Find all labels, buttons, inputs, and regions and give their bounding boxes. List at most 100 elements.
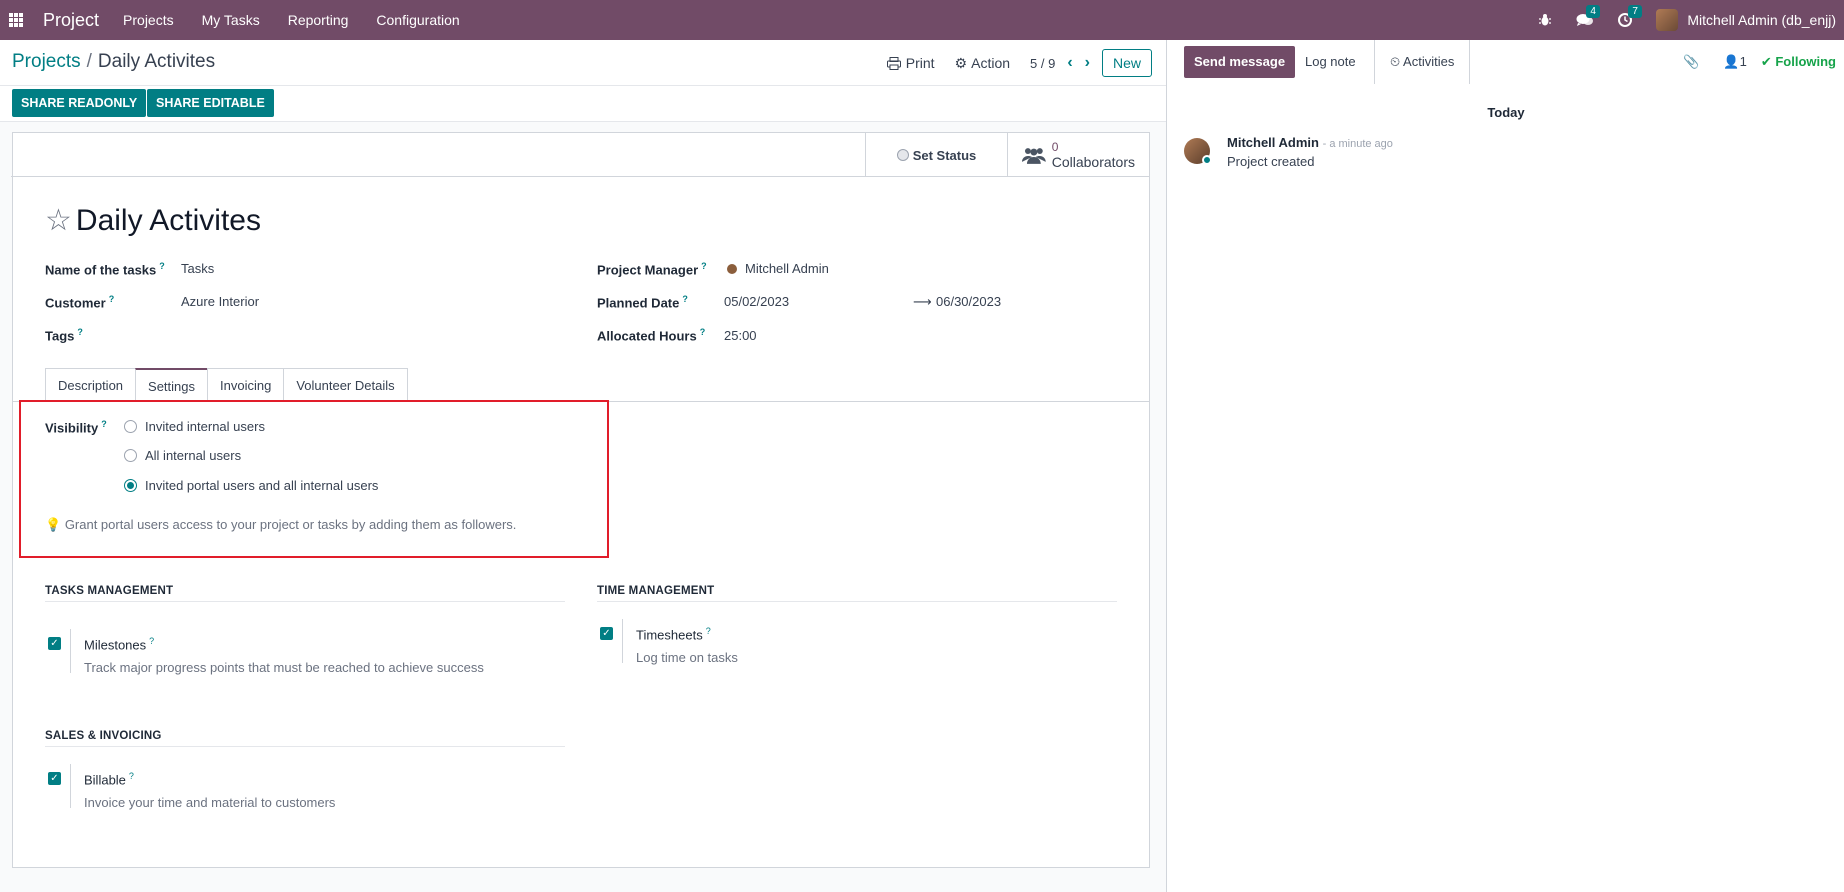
top-navbar: Project Projects My Tasks Reporting Conf… bbox=[0, 0, 1844, 40]
activities-clock-icon[interactable]: 7 bbox=[1618, 5, 1642, 27]
option-divider bbox=[70, 764, 71, 808]
gear-icon: ⚙ bbox=[954, 54, 968, 71]
activities-label: Activities bbox=[1403, 54, 1455, 69]
visibility-label: Visibility? bbox=[45, 419, 107, 436]
pager-previous-icon[interactable]: ‹ bbox=[1067, 54, 1072, 72]
timesheets-checkbox[interactable]: ✓ bbox=[600, 627, 613, 640]
button-box: Set Status 0 Collaborators bbox=[11, 133, 1149, 177]
visibility-hint: 💡 Grant portal users access to your proj… bbox=[45, 517, 517, 532]
menu-configuration[interactable]: Configuration bbox=[376, 12, 459, 28]
radio-all-internal[interactable]: All internal users bbox=[124, 448, 241, 463]
section-divider bbox=[597, 601, 1117, 602]
follower-user-icon: 👤 bbox=[1723, 54, 1740, 69]
debug-bug-icon[interactable] bbox=[1538, 13, 1552, 27]
menu-projects[interactable]: Projects bbox=[123, 12, 174, 28]
user-name: Mitchell Admin (db_enjj) bbox=[1687, 12, 1836, 28]
collaborators-label: Collaborators bbox=[1051, 154, 1135, 170]
apps-menu-icon[interactable] bbox=[9, 13, 23, 27]
timesheets-label: Timesheets? bbox=[636, 626, 711, 643]
radio-label: Invited portal users and all internal us… bbox=[145, 478, 379, 493]
tasks-management-title: TASKS MANAGEMENT bbox=[45, 585, 174, 597]
favorite-star-icon[interactable]: ☆ bbox=[45, 203, 72, 238]
date-separator: Today bbox=[1487, 105, 1525, 120]
breadcrumb-current: Daily Activites bbox=[97, 51, 216, 72]
pager-next-icon[interactable]: › bbox=[1085, 54, 1090, 72]
section-divider bbox=[45, 746, 565, 747]
arrow-right-icon: ⟶ bbox=[913, 294, 932, 309]
milestones-description: Track major progress points that must be… bbox=[84, 660, 484, 675]
online-status-dot bbox=[1202, 155, 1212, 165]
users-icon bbox=[1022, 148, 1046, 164]
allocated-hours-field[interactable]: 25:00 bbox=[724, 328, 757, 343]
billable-checkbox[interactable]: ✓ bbox=[48, 772, 61, 785]
name-of-tasks-field[interactable]: Tasks bbox=[181, 261, 214, 276]
print-icon bbox=[886, 56, 901, 70]
tab-volunteer-details[interactable]: Volunteer Details bbox=[283, 368, 408, 402]
user-avatar bbox=[1656, 9, 1679, 31]
tags-label: Tags? bbox=[45, 327, 83, 344]
form-statusbar: SHARE READONLY SHARE EDITABLE bbox=[0, 86, 1166, 122]
tags-field[interactable] bbox=[181, 327, 561, 343]
sales-invoicing-title: SALES & INVOICING bbox=[45, 730, 162, 742]
collaborators-count: 0 bbox=[1051, 140, 1059, 154]
option-divider bbox=[70, 629, 71, 673]
customer-field[interactable]: Azure Interior bbox=[181, 294, 259, 309]
share-readonly-button[interactable]: SHARE READONLY bbox=[12, 89, 147, 117]
print-button[interactable]: Print bbox=[886, 55, 935, 71]
tab-description[interactable]: Description bbox=[45, 368, 137, 402]
customer-label: Customer? bbox=[45, 294, 115, 311]
chatter-topbar-right: 📎 👤1 ✔ Following bbox=[1683, 54, 1836, 70]
chatter-panel: Send message Log note ⏲ Activities 📎 👤1 … bbox=[1166, 40, 1844, 892]
form-sheet: Set Status 0 Collaborators ☆ Daily Activ… bbox=[11, 132, 1150, 868]
milestones-checkbox[interactable]: ✓ bbox=[48, 637, 61, 650]
billable-label: Billable? bbox=[84, 771, 134, 788]
activities-button[interactable]: ⏲ Activities bbox=[1374, 40, 1471, 84]
planned-end-field[interactable]: 06/30/2023 bbox=[936, 294, 1001, 309]
radio-circle-selected bbox=[124, 479, 137, 492]
activities-badge: 7 bbox=[1628, 5, 1642, 18]
radio-label: All internal users bbox=[145, 448, 242, 463]
menu-reporting[interactable]: Reporting bbox=[288, 12, 349, 28]
pager-value[interactable]: 5 / 9 bbox=[1030, 56, 1055, 71]
set-status-label: Set Status bbox=[912, 147, 977, 163]
project-manager-label: Project Manager? bbox=[597, 261, 707, 278]
lightbulb-icon: 💡 bbox=[45, 517, 62, 532]
action-button[interactable]: ⚙ Action bbox=[955, 55, 1010, 72]
messages-chat-icon[interactable]: 4 bbox=[1576, 5, 1600, 27]
radio-circle bbox=[124, 449, 137, 462]
collaborators-button[interactable]: 0 Collaborators bbox=[1007, 133, 1149, 177]
control-panel: Projects / Daily Activites Print ⚙ Action … bbox=[0, 40, 1166, 86]
planned-date-label: Planned Date? bbox=[597, 294, 688, 311]
breadcrumb: Projects / Daily Activites bbox=[12, 51, 215, 73]
set-status-button[interactable]: Set Status bbox=[865, 133, 1007, 177]
radio-portal-and-internal[interactable]: Invited portal users and all internal us… bbox=[124, 478, 378, 493]
attachment-paperclip-icon[interactable]: 📎 bbox=[1683, 54, 1699, 70]
breadcrumb-separator: / bbox=[86, 51, 92, 72]
app-brand[interactable]: Project bbox=[43, 10, 99, 31]
radio-circle bbox=[124, 420, 137, 433]
user-menu[interactable]: Mitchell Admin (db_enjj) bbox=[1656, 9, 1836, 31]
radio-invited-internal[interactable]: Invited internal users bbox=[124, 419, 265, 434]
breadcrumb-projects-link[interactable]: Projects bbox=[12, 51, 81, 72]
project-title: ☆ Daily Activites bbox=[45, 203, 261, 238]
billable-description: Invoice your time and material to custom… bbox=[84, 795, 336, 810]
tab-settings[interactable]: Settings bbox=[135, 368, 209, 402]
messages-badge: 4 bbox=[1586, 5, 1600, 18]
name-of-tasks-label: Name of the tasks? bbox=[45, 261, 165, 278]
share-editable-button[interactable]: SHARE EDITABLE bbox=[147, 89, 274, 117]
project-manager-field[interactable]: Mitchell Admin bbox=[727, 261, 829, 276]
following-button[interactable]: ✔ Following bbox=[1761, 54, 1836, 70]
tab-invoicing[interactable]: Invoicing bbox=[207, 368, 285, 402]
new-button[interactable]: New bbox=[1101, 49, 1152, 77]
project-name[interactable]: Daily Activites bbox=[76, 204, 261, 238]
log-note-button[interactable]: Log note bbox=[1305, 54, 1356, 69]
radio-label: Invited internal users bbox=[145, 419, 265, 434]
timesheets-description: Log time on tasks bbox=[636, 650, 738, 665]
notebook-tabs: Description Settings Invoicing Volunteer… bbox=[45, 368, 408, 402]
send-message-button[interactable]: Send message bbox=[1184, 46, 1296, 78]
menu-my-tasks[interactable]: My Tasks bbox=[202, 12, 260, 28]
option-divider bbox=[622, 619, 623, 663]
followers-button[interactable]: 👤1 bbox=[1723, 54, 1746, 70]
action-label: Action bbox=[971, 55, 1011, 71]
planned-start-field[interactable]: 05/02/2023 bbox=[724, 294, 789, 309]
